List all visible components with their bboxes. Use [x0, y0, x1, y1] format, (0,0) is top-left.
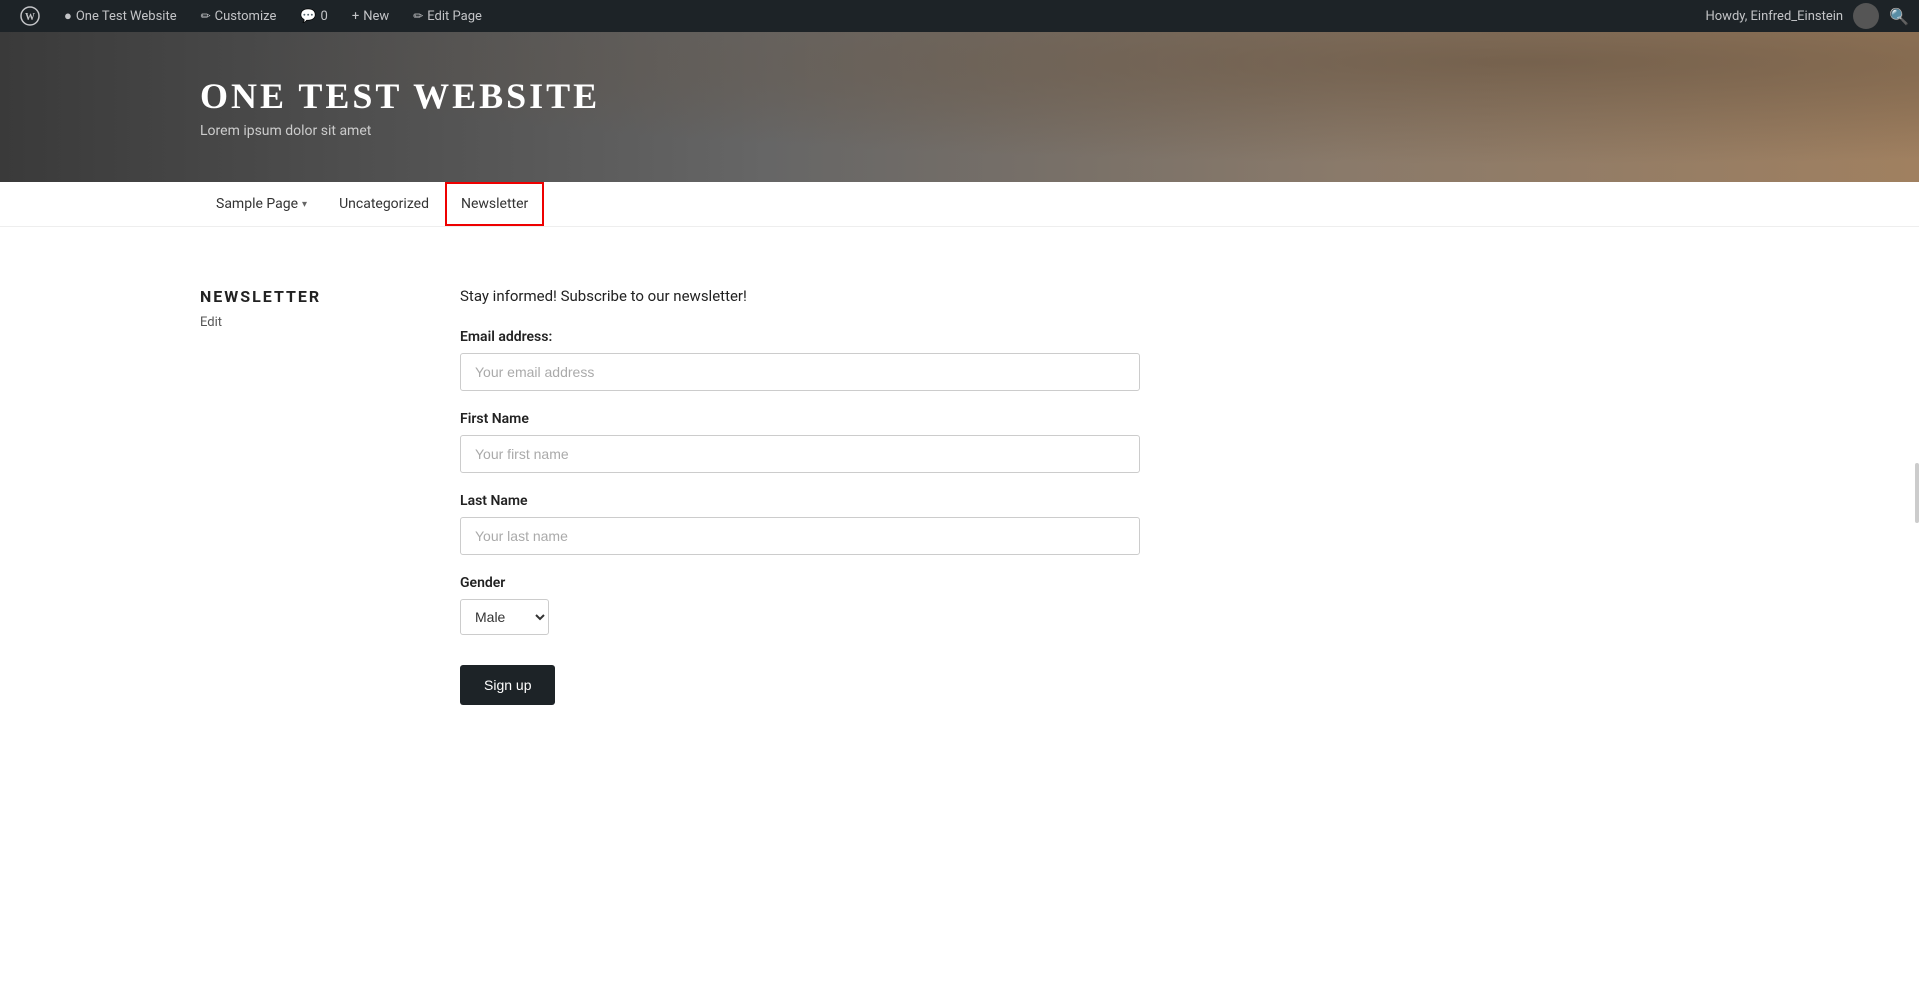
customize-pencil-icon: ✏: [201, 9, 211, 23]
edit-link[interactable]: Edit: [200, 315, 222, 330]
first-name-label: First Name: [460, 411, 1140, 427]
admin-bar-new[interactable]: + New: [342, 0, 399, 32]
admin-bar-wp-icon: ●: [64, 8, 72, 24]
admin-bar-wp-logo[interactable]: W: [10, 0, 50, 32]
gender-group: Gender Male Female Other: [460, 575, 1140, 635]
search-icon[interactable]: 🔍: [1889, 7, 1909, 26]
email-group: Email address:: [460, 329, 1140, 391]
edit-page-pencil-icon: ✏: [413, 9, 423, 23]
scrollbar[interactable]: [1915, 463, 1919, 523]
content-sidebar: NEWSLETTER Edit: [200, 287, 400, 705]
newsletter-form-section: Stay informed! Subscribe to our newslett…: [460, 287, 1140, 705]
last-name-input[interactable]: [460, 517, 1140, 555]
last-name-group: Last Name: [460, 493, 1140, 555]
signup-button[interactable]: Sign up: [460, 665, 555, 705]
admin-bar-edit-page[interactable]: ✏ Edit Page: [403, 0, 492, 32]
main-content: NEWSLETTER Edit Stay informed! Subscribe…: [0, 227, 1919, 765]
email-label: Email address:: [460, 329, 1140, 345]
chevron-down-icon: ▾: [302, 199, 307, 210]
site-header: ONE TEST WEBSITE Lorem ipsum dolor sit a…: [0, 32, 1919, 182]
admin-bar-comments[interactable]: 💬 0: [290, 0, 338, 32]
site-tagline: Lorem ipsum dolor sit amet: [200, 123, 1919, 139]
email-input[interactable]: [460, 353, 1140, 391]
admin-bar-site-name[interactable]: ● One Test Website: [54, 0, 187, 32]
admin-bar-customize[interactable]: ✏ Customize: [191, 0, 287, 32]
nav-item-uncategorized[interactable]: Uncategorized: [323, 182, 445, 226]
nav-item-newsletter[interactable]: Newsletter: [445, 182, 544, 226]
first-name-group: First Name: [460, 411, 1140, 473]
svg-text:W: W: [25, 12, 35, 23]
comment-icon: 💬: [300, 9, 316, 24]
howdy-text: Howdy, Einfred_Einstein: [1705, 9, 1843, 24]
admin-bar: W ● One Test Website ✏ Customize 💬 0 + N…: [0, 0, 1919, 32]
gender-select[interactable]: Male Female Other: [460, 599, 549, 635]
page-wrapper: ONE TEST WEBSITE Lorem ipsum dolor sit a…: [0, 32, 1919, 765]
plus-icon: +: [352, 9, 359, 24]
nav-item-sample-page[interactable]: Sample Page ▾: [200, 182, 323, 226]
site-nav: Sample Page ▾ Uncategorized Newsletter: [0, 182, 1919, 227]
newsletter-form: Email address: First Name Last Name Gend…: [460, 329, 1140, 705]
gender-label: Gender: [460, 575, 1140, 591]
last-name-label: Last Name: [460, 493, 1140, 509]
site-header-content: ONE TEST WEBSITE Lorem ipsum dolor sit a…: [200, 75, 1919, 139]
site-title: ONE TEST WEBSITE: [200, 75, 1919, 117]
newsletter-heading: NEWSLETTER: [200, 287, 400, 306]
first-name-input[interactable]: [460, 435, 1140, 473]
form-intro: Stay informed! Subscribe to our newslett…: [460, 287, 1140, 305]
avatar: [1853, 3, 1879, 29]
